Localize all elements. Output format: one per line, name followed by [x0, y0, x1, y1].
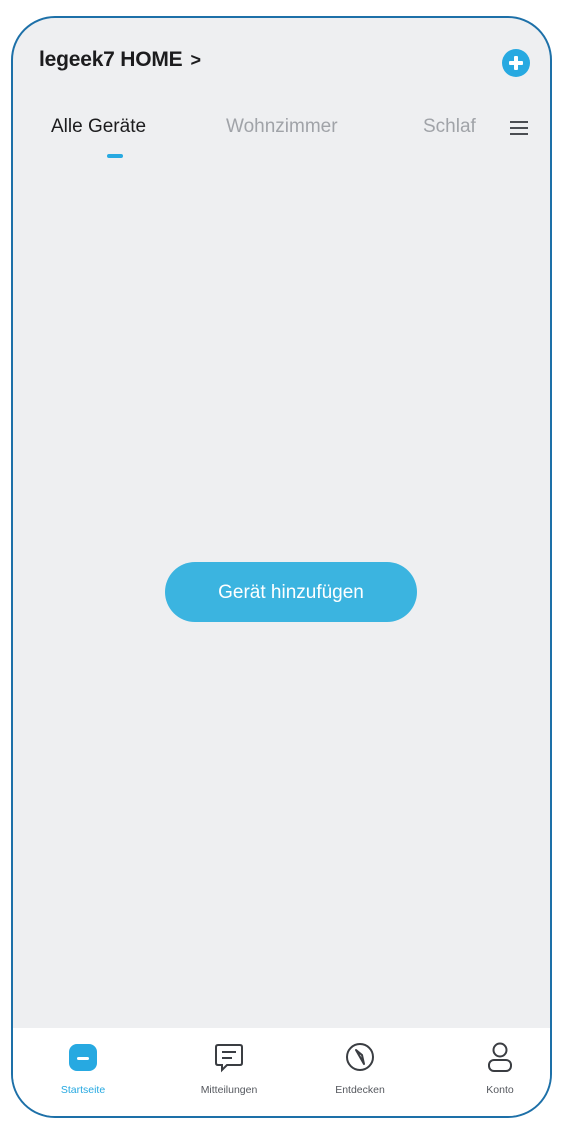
tabbar-label-messages: Mitteilungen	[200, 1084, 258, 1096]
compass-icon	[346, 1043, 374, 1071]
tabbar-label-account: Konto	[486, 1084, 514, 1096]
room-tabs: Alle Geräte Wohnzimmer Schlaf	[13, 116, 550, 166]
add-device-button[interactable]: Gerät hinzufügen	[165, 562, 417, 622]
menu-icon[interactable]	[510, 120, 528, 136]
home-icon	[69, 1044, 97, 1071]
tabbar-label-home: Startseite	[60, 1084, 106, 1096]
message-icon	[215, 1044, 243, 1073]
tab-all-devices[interactable]: Alle Geräte	[51, 116, 146, 138]
add-device-plus-icon[interactable]	[502, 49, 530, 77]
chevron-right-icon: >	[190, 50, 202, 70]
active-tab-indicator	[107, 154, 123, 158]
home-selector[interactable]: legeek7 HOME >	[39, 48, 201, 72]
bottom-tab-bar: Startseite Mitteilungen Entdecken Konto	[13, 1028, 550, 1116]
tabbar-item-discover[interactable]: Entdecken	[300, 1028, 420, 1116]
tabbar-item-home[interactable]: Startseite	[23, 1028, 143, 1116]
tabbar-label-discover: Entdecken	[335, 1084, 385, 1096]
tabbar-item-account[interactable]: Konto	[440, 1028, 550, 1116]
tab-living-room[interactable]: Wohnzimmer	[226, 116, 338, 138]
user-icon	[488, 1042, 512, 1072]
home-title: legeek7 HOME	[39, 48, 183, 71]
tab-bedroom[interactable]: Schlaf	[423, 116, 476, 138]
tabbar-item-messages[interactable]: Mitteilungen	[169, 1028, 289, 1116]
phone-frame: legeek7 HOME > Alle Geräte Wohnzimmer Sch…	[11, 16, 552, 1118]
header: legeek7 HOME > Alle Geräte Wohnzimmer Sch…	[13, 18, 550, 168]
